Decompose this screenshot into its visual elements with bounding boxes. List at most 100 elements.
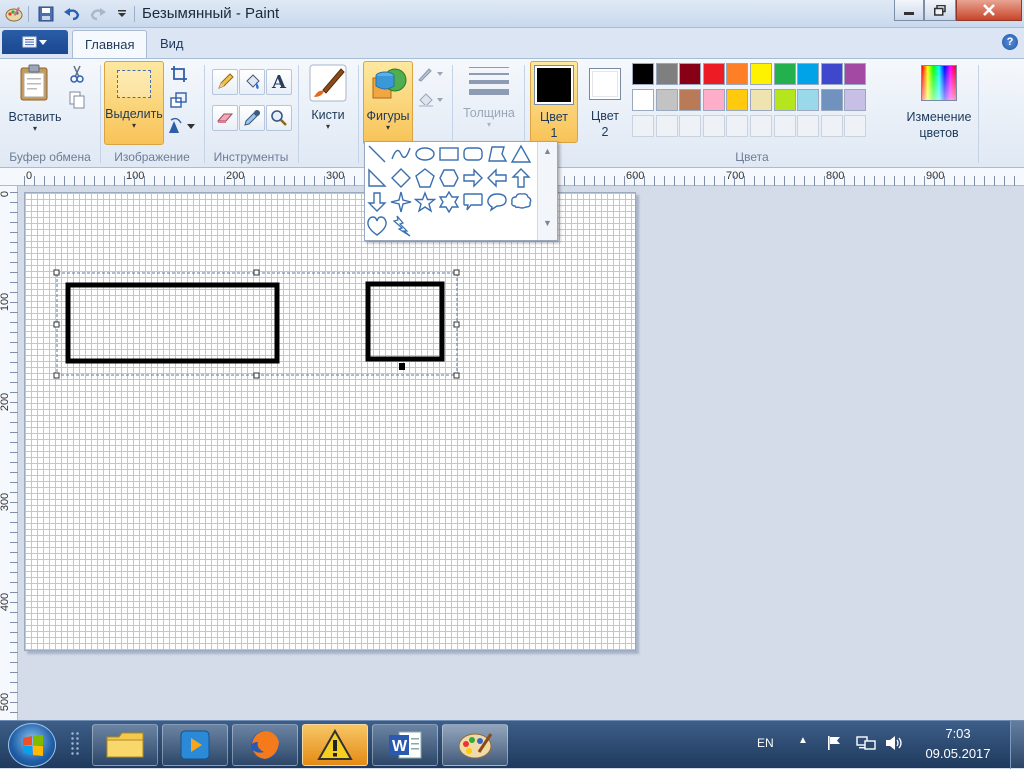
color-swatch[interactable] [797, 89, 820, 111]
color-swatch[interactable] [844, 89, 867, 111]
up-arrow-icon[interactable] [510, 167, 532, 189]
color-swatch[interactable] [632, 89, 654, 111]
four-point-star-icon[interactable] [390, 191, 412, 213]
color-swatch[interactable] [750, 63, 772, 85]
selection-handle[interactable] [253, 269, 260, 276]
color-swatch[interactable] [726, 63, 749, 85]
magnifier-icon[interactable] [266, 105, 292, 131]
custom-color-slot[interactable] [797, 115, 820, 137]
shapes-button[interactable]: Фигуры ▾ [363, 61, 413, 145]
pentagon-icon[interactable] [414, 167, 436, 189]
help-icon[interactable]: ? [1002, 34, 1018, 50]
brushes-button[interactable]: Кисти ▾ [302, 61, 354, 145]
volume-icon[interactable] [884, 735, 904, 754]
tab-view[interactable]: Вид [148, 30, 196, 58]
fill-shape-icon[interactable] [416, 89, 446, 111]
rectangle-icon[interactable] [438, 143, 460, 165]
polygon-icon[interactable] [486, 143, 508, 165]
select-button[interactable]: Выделить ▾ [104, 61, 164, 145]
color-swatch[interactable] [797, 63, 820, 85]
color-swatch[interactable] [632, 63, 654, 85]
taskbar-paint[interactable] [442, 724, 508, 766]
network-icon[interactable] [856, 735, 876, 754]
thickness-button[interactable]: Толщина ▾ [458, 61, 520, 145]
taskbar-warning-app[interactable] [302, 724, 368, 766]
triangle-icon[interactable] [510, 143, 532, 165]
paint-menu-button[interactable] [2, 30, 68, 54]
oval-icon[interactable] [414, 143, 436, 165]
show-hidden-icons-icon[interactable]: ▲ [798, 735, 808, 746]
minimize-button[interactable] [894, 0, 924, 21]
selection-handle[interactable] [53, 269, 60, 276]
heart-icon[interactable] [366, 215, 388, 237]
text-icon[interactable]: A [266, 69, 292, 95]
custom-color-slot[interactable] [679, 115, 702, 137]
cloud-callout-icon[interactable] [510, 191, 532, 213]
color-swatch[interactable] [726, 89, 749, 111]
color-swatch[interactable] [702, 63, 725, 85]
cut-icon[interactable] [66, 63, 88, 85]
left-arrow-icon[interactable] [486, 167, 508, 189]
color-swatch[interactable] [655, 63, 678, 85]
tab-home[interactable]: Главная [72, 30, 148, 58]
five-point-star-icon[interactable] [414, 191, 436, 213]
scroll-down-icon[interactable]: ▼ [538, 218, 557, 228]
selection-handle[interactable] [453, 269, 460, 276]
custom-color-slot[interactable] [702, 115, 725, 137]
selection-handle[interactable] [53, 372, 60, 379]
eraser-icon[interactable] [212, 105, 238, 131]
color2-button[interactable]: Цвет 2 [582, 61, 628, 143]
color-swatch[interactable] [679, 89, 702, 111]
color-swatch[interactable] [702, 89, 725, 111]
paste-button[interactable]: Вставить ▾ [4, 61, 66, 145]
line-icon[interactable] [366, 143, 388, 165]
drawing-canvas[interactable] [24, 192, 636, 651]
pencil-icon[interactable] [212, 69, 238, 95]
down-arrow-icon[interactable] [366, 191, 388, 213]
rounded-callout-icon[interactable] [462, 191, 484, 213]
color-swatch[interactable] [844, 63, 867, 85]
color-picker-icon[interactable] [239, 105, 265, 131]
custom-color-slot[interactable] [773, 115, 796, 137]
taskbar-firefox[interactable] [232, 724, 298, 766]
color-swatch[interactable] [820, 63, 843, 85]
taskbar-explorer[interactable] [92, 724, 158, 766]
crop-icon[interactable] [168, 63, 190, 85]
taskbar-word[interactable]: W [372, 724, 438, 766]
curve-icon[interactable] [390, 143, 412, 165]
color-swatch[interactable] [655, 89, 678, 111]
show-desktop-button[interactable] [1010, 721, 1024, 769]
undo-icon[interactable] [62, 4, 82, 24]
start-button[interactable] [8, 723, 56, 767]
selection-handle[interactable] [453, 372, 460, 379]
custom-color-slot[interactable] [632, 115, 654, 137]
rotate-icon[interactable] [166, 115, 198, 137]
redo-icon[interactable] [88, 4, 108, 24]
custom-color-slot[interactable] [726, 115, 749, 137]
right-arrow-icon[interactable] [462, 167, 484, 189]
custom-color-slot[interactable] [655, 115, 678, 137]
taskbar-media-player[interactable] [162, 724, 228, 766]
close-button[interactable] [956, 0, 1022, 21]
save-icon[interactable] [36, 4, 56, 24]
lightning-icon[interactable] [390, 215, 412, 237]
color-swatch[interactable] [773, 63, 796, 85]
color-swatch[interactable] [820, 89, 843, 111]
gallery-scrollbar[interactable]: ▲ ▼ [537, 142, 557, 240]
resize-icon[interactable] [168, 89, 190, 111]
color1-button[interactable]: Цвет 1 [530, 61, 578, 143]
color-swatch[interactable] [773, 89, 796, 111]
custom-color-slot[interactable] [750, 115, 772, 137]
color-swatch[interactable] [750, 89, 772, 111]
selection-handle[interactable] [453, 321, 460, 328]
scroll-up-icon[interactable]: ▲ [538, 146, 557, 156]
hexagon-icon[interactable] [438, 167, 460, 189]
customize-quick-access-icon[interactable] [112, 4, 132, 24]
paint-app-icon[interactable] [4, 4, 24, 24]
edit-colors-button[interactable]: Изменение цветов [902, 61, 976, 145]
selection-handle[interactable] [53, 321, 60, 328]
selection-handle[interactable] [253, 372, 260, 379]
custom-color-slot[interactable] [844, 115, 867, 137]
action-center-flag-icon[interactable] [826, 735, 842, 754]
diamond-icon[interactable] [390, 167, 412, 189]
